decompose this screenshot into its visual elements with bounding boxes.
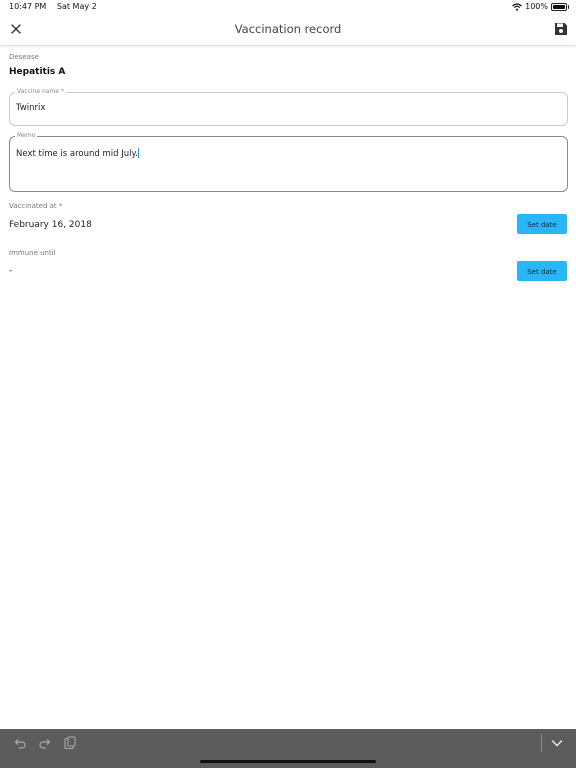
vaccinated-at-set-date-button[interactable]: Set date bbox=[517, 214, 567, 234]
disease-value: Hepatitis A bbox=[9, 67, 66, 77]
vaccine-name-value: Twinrix bbox=[16, 103, 46, 113]
memo-label: Memo bbox=[15, 132, 38, 140]
paste-icon[interactable] bbox=[63, 736, 77, 750]
chevron-down-icon[interactable] bbox=[550, 736, 564, 750]
vaccinated-at-label: Vaccinated at * bbox=[9, 202, 63, 210]
redo-icon[interactable] bbox=[38, 736, 52, 750]
immune-until-value: - bbox=[9, 266, 13, 276]
memo-field[interactable]: Memo Next time is around mid July. bbox=[9, 132, 568, 192]
vaccination-record-screen: 10:47 PM Sat May 2 100% Vaccination reco… bbox=[0, 0, 576, 768]
save-icon[interactable] bbox=[554, 22, 568, 36]
vaccinated-at-value: February 16, 2018 bbox=[9, 220, 92, 230]
vaccine-name-field[interactable]: Vaccine name * Twinrix bbox=[9, 88, 568, 126]
status-date: Sat May 2 bbox=[56, 2, 97, 11]
immune-until-set-date-button[interactable]: Set date bbox=[517, 261, 567, 281]
toolbar-divider bbox=[541, 734, 542, 752]
app-header: Vaccination record bbox=[0, 14, 576, 46]
immune-until-label: Immune until bbox=[9, 249, 56, 257]
vaccine-name-label: Vaccine name * bbox=[15, 88, 66, 96]
undo-icon[interactable] bbox=[13, 736, 27, 750]
status-bar: 10:47 PM Sat May 2 100% bbox=[0, 0, 576, 14]
wifi-icon bbox=[512, 2, 523, 11]
home-indicator[interactable] bbox=[200, 760, 376, 763]
battery-percent: 100% bbox=[525, 2, 548, 11]
memo-value: Next time is around mid July. bbox=[16, 149, 139, 159]
battery-icon bbox=[551, 2, 569, 11]
text-caret bbox=[138, 148, 140, 158]
status-left: 10:47 PM Sat May 2 bbox=[9, 2, 105, 11]
page-title: Vaccination record bbox=[234, 22, 342, 36]
disease-label: Desease bbox=[9, 53, 39, 61]
status-right: 100% bbox=[512, 2, 569, 11]
memo-value-wrap: Next time is around mid July. bbox=[16, 148, 140, 159]
status-time: 10:47 PM bbox=[9, 2, 47, 11]
